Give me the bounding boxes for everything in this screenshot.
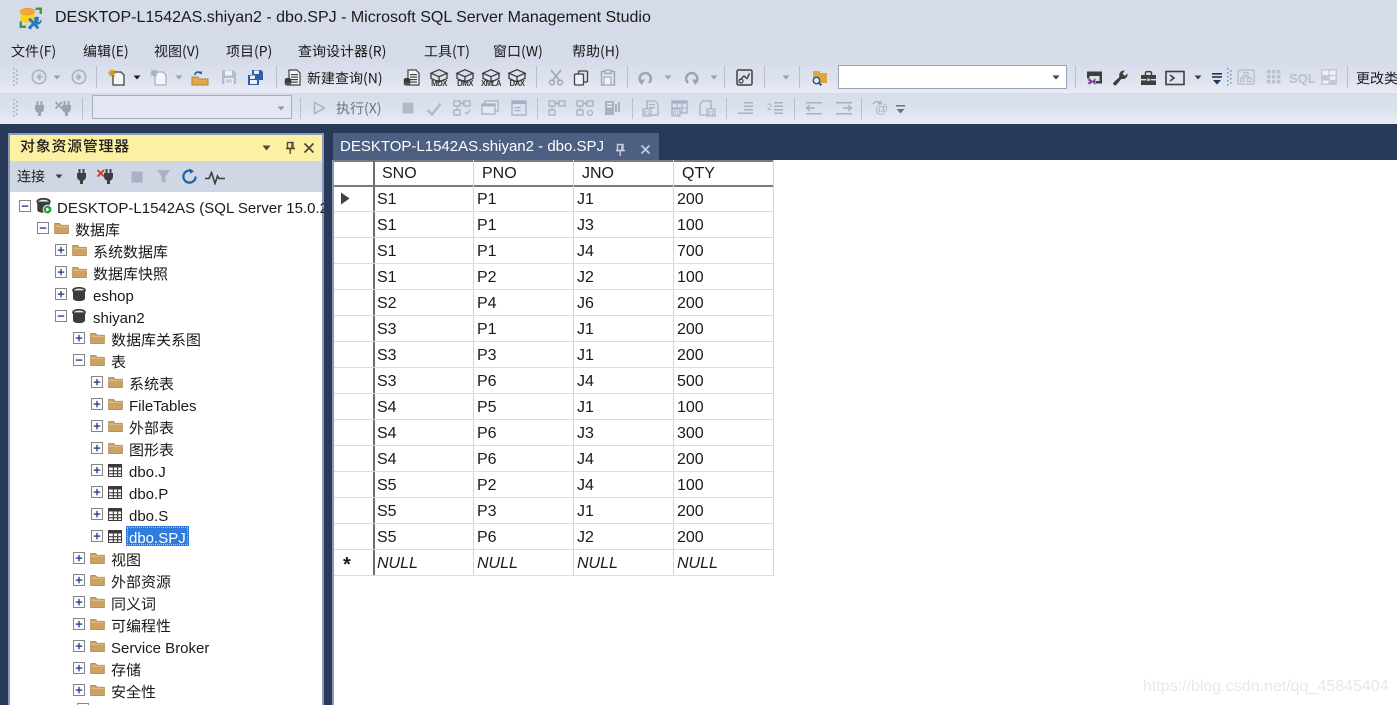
svg-text:@: @ [875, 101, 888, 116]
svg-text:2: 2 [767, 102, 772, 112]
svg-text:MDX: MDX [431, 79, 448, 87]
svg-text:01: 01 [673, 111, 680, 117]
svg-text:01: 01 [644, 111, 651, 117]
svg-text:DMX: DMX [457, 79, 474, 87]
svg-text:DAX: DAX [510, 79, 526, 87]
svg-text:01: 01 [708, 111, 715, 117]
svg-text:XMLA: XMLA [481, 79, 501, 87]
